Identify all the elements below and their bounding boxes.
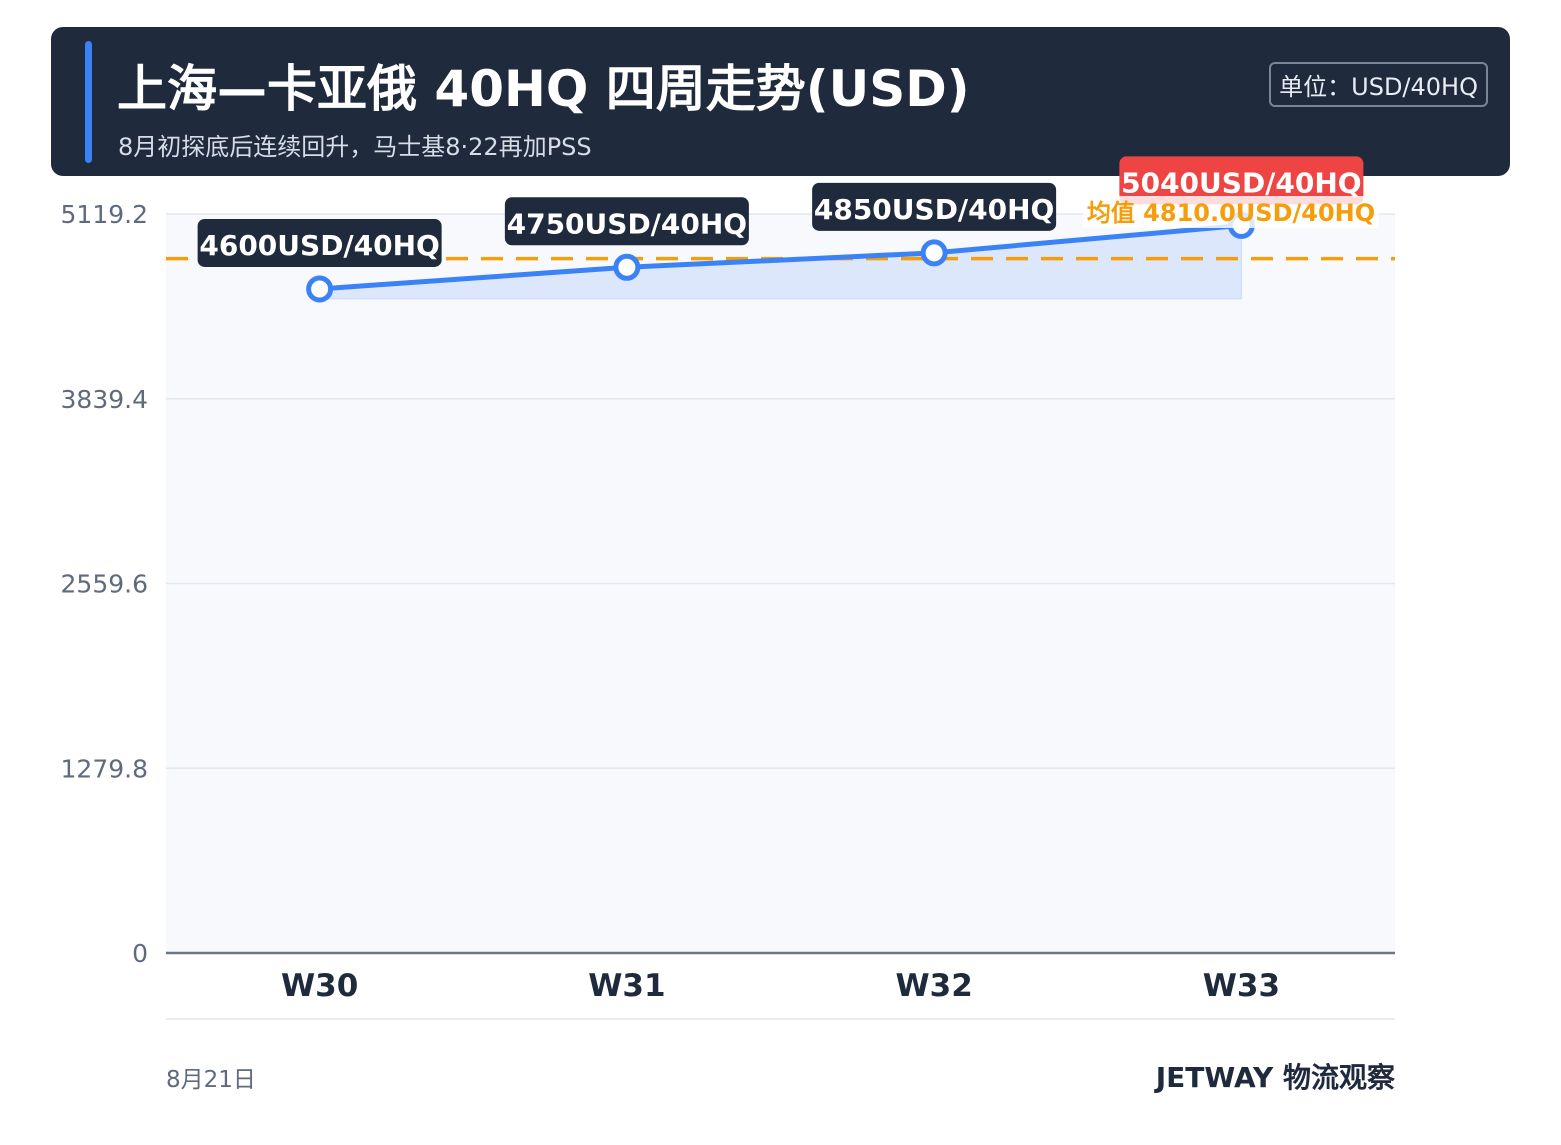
x-tick-label: W33 [1203, 968, 1280, 1004]
data-label: 4600USD/40HQ [199, 229, 440, 262]
footer-date: 8月21日 [166, 1067, 256, 1093]
x-tick-label: W31 [588, 968, 665, 1004]
average-label: 均值 4810.0USD/40HQ [1087, 199, 1375, 227]
data-point [306, 275, 334, 303]
y-tick-label: 0 [132, 939, 148, 968]
x-tick-label: W30 [281, 968, 358, 1004]
data-label: 4850USD/40HQ [814, 193, 1055, 226]
y-tick-label: 5119.2 [61, 200, 148, 229]
line-chart: 0 1279.8 2559.6 3839.4 5119.2 W30 W31 W32 W33 460… [61, 156, 1395, 1020]
data-point [920, 239, 948, 267]
footer-brand: JETWAY 物流观察 [1155, 1061, 1395, 1094]
y-tick-label: 1279.8 [61, 754, 148, 783]
x-tick-label: W32 [895, 968, 972, 1004]
data-label: 4750USD/40HQ [507, 207, 748, 240]
data-point [613, 253, 641, 281]
data-label: 5040USD/40HQ [1121, 166, 1362, 199]
y-tick-label: 3839.4 [61, 385, 148, 414]
y-tick-label: 2559.6 [61, 570, 148, 599]
